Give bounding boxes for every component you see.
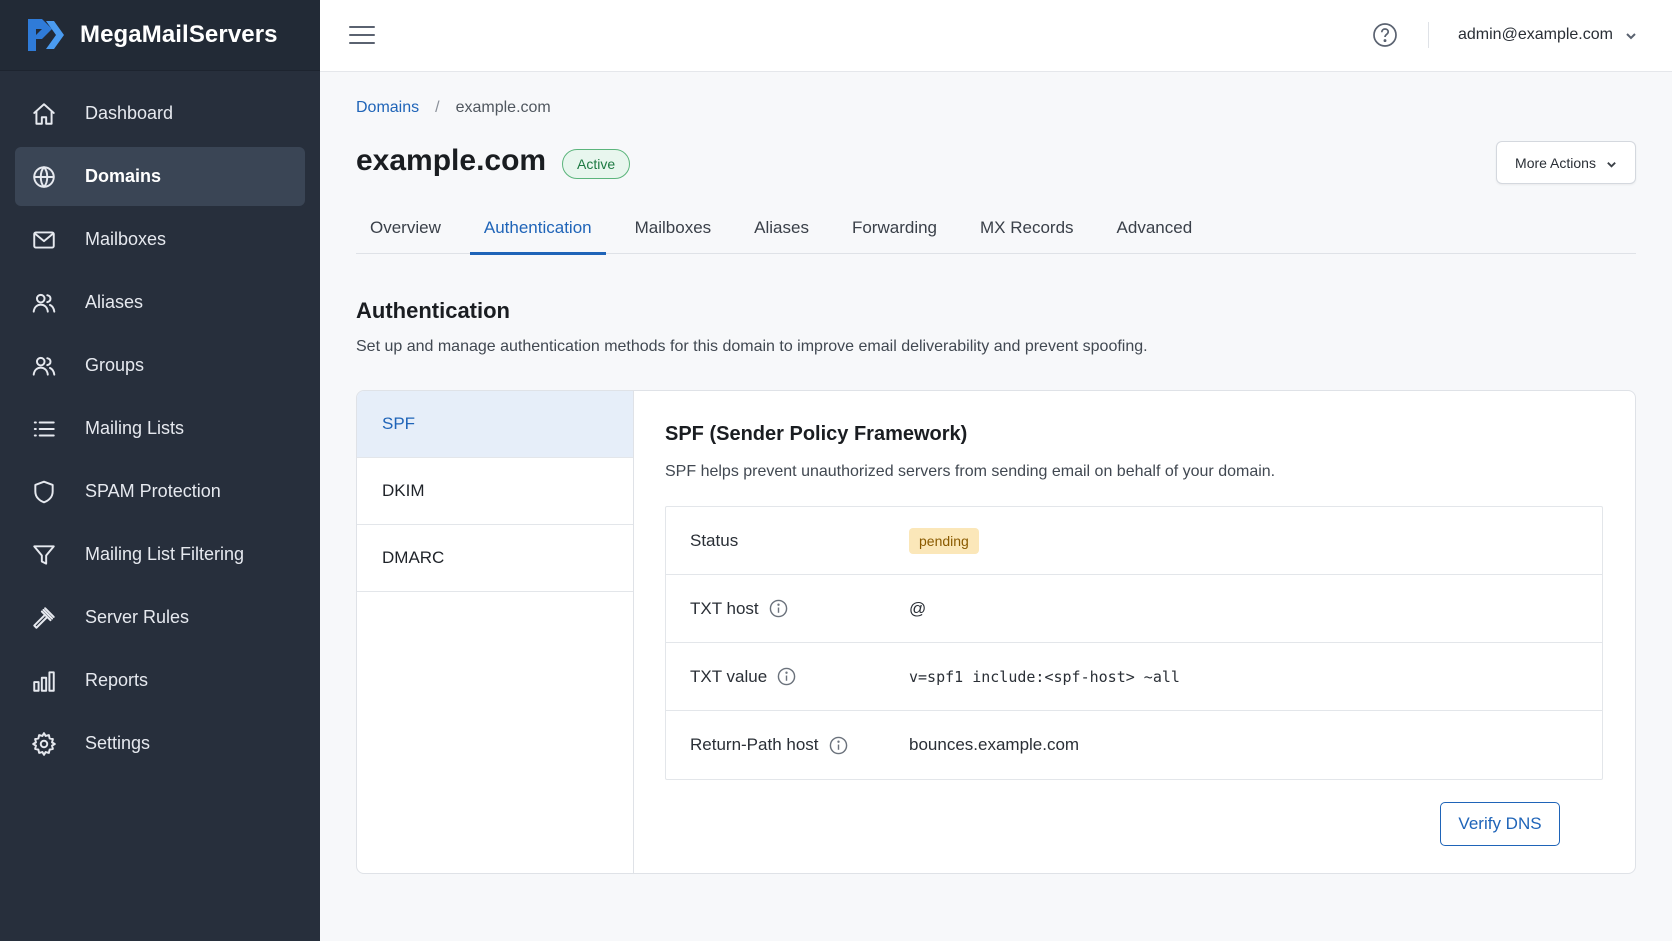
prop-row-return-path: Return-Path host bounces.example.com <box>666 711 1602 779</box>
tab-advanced[interactable]: Advanced <box>1103 202 1207 254</box>
main-content: Domains / example.com example.com Active… <box>320 72 1672 941</box>
sidebar-item-label: Server Rules <box>85 607 190 627</box>
tab-aliases[interactable]: Aliases <box>740 202 823 254</box>
sidebar-item-domains[interactable]: Domains <box>15 147 305 206</box>
prop-value: bounces.example.com <box>909 735 1080 754</box>
prop-row-status: Status pending <box>666 507 1602 575</box>
brand-name: MegaMailServers <box>80 21 278 48</box>
sidebar-item-label: Mailing Lists <box>85 418 185 438</box>
sidebar-item-mailboxes[interactable]: Mailboxes <box>15 210 305 269</box>
shield-icon <box>31 479 57 505</box>
chevron-down-icon <box>1606 157 1617 168</box>
sidebar-item-aliases[interactable]: Aliases <box>15 273 305 332</box>
method-dkim[interactable]: DKIM <box>357 458 633 525</box>
page-title: example.com <box>356 144 547 177</box>
user-email: admin@example.com <box>1458 26 1613 43</box>
topbar-divider <box>1428 22 1429 48</box>
more-actions-label: More Actions <box>1515 154 1596 171</box>
spf-properties-table: Status pending TXT host @ TXT value v=sp <box>665 506 1603 780</box>
sidebar-item-mailing-list-filtering[interactable]: Mailing List Filtering <box>15 525 305 584</box>
info-icon[interactable] <box>769 599 788 618</box>
prop-label: Return-Path host <box>690 735 848 755</box>
sidebar-item-label: Aliases <box>85 292 144 312</box>
authentication-card: SPF DKIM DMARC SPF (Sender Policy Framew… <box>356 390 1636 874</box>
sidebar-item-label: Domains <box>85 166 162 186</box>
prop-label-text: Status <box>690 530 739 550</box>
tab-authentication[interactable]: Authentication <box>469 202 606 255</box>
sidebar-nav: Dashboard Domains Mailboxes Aliases Grou… <box>0 84 320 773</box>
breadcrumb: Domains / example.com <box>356 99 551 117</box>
sidebar-item-label: SPAM Protection <box>85 481 221 501</box>
tab-overview[interactable]: Overview <box>356 202 455 254</box>
prop-row-txt-host: TXT host @ <box>666 575 1602 643</box>
prop-label-text: Return-Path host <box>690 735 819 754</box>
method-spf[interactable]: SPF <box>357 391 633 458</box>
tab-mailboxes[interactable]: Mailboxes <box>621 202 726 254</box>
prop-row-txt-value: TXT value v=spf1 include:<spf-host> ~all <box>666 643 1602 711</box>
breadcrumb-current: example.com <box>455 99 551 116</box>
tab-bar: Overview Authentication Mailboxes Aliase… <box>356 202 1636 255</box>
status-pending-badge: pending <box>909 527 979 554</box>
info-icon[interactable] <box>829 736 848 755</box>
sidebar-item-label: Reports <box>85 670 149 690</box>
sidebar-item-mailing-lists[interactable]: Mailing Lists <box>15 399 305 458</box>
sidebar-item-groups[interactable]: Groups <box>15 336 305 395</box>
section-description: Set up and manage authentication methods… <box>356 338 1148 355</box>
home-icon <box>31 101 57 127</box>
filter-icon <box>31 542 57 568</box>
prop-label-text: TXT host <box>690 598 759 618</box>
sidebar-item-server-rules[interactable]: Server Rules <box>15 588 305 647</box>
sidebar-item-spam-protection[interactable]: SPAM Protection <box>15 462 305 521</box>
users-icon <box>31 290 57 316</box>
sidebar-item-settings[interactable]: Settings <box>15 714 305 773</box>
hamburger-icon[interactable] <box>348 22 376 48</box>
sidebar-item-reports[interactable]: Reports <box>15 651 305 710</box>
verify-dns-button[interactable]: Verify DNS <box>1440 802 1560 846</box>
detail-title: SPF (Sender Policy Framework) <box>665 423 968 445</box>
gavel-icon <box>31 605 57 631</box>
brand-logo-icon <box>28 19 64 51</box>
sidebar-item-label: Groups <box>85 355 145 375</box>
sidebar-item-label: Settings <box>85 733 151 753</box>
bar-chart-icon <box>31 668 57 694</box>
sidebar-item-label: Dashboard <box>85 103 174 123</box>
sidebar-item-dashboard[interactable]: Dashboard <box>15 84 305 143</box>
detail-description: SPF helps prevent unauthorized servers f… <box>665 463 1276 480</box>
globe-icon <box>31 164 57 190</box>
gear-icon <box>31 731 57 757</box>
group-icon <box>31 353 57 379</box>
spf-detail-panel: SPF (Sender Policy Framework) SPF helps … <box>634 391 1635 873</box>
more-actions-button[interactable]: More Actions <box>1496 141 1636 184</box>
prop-label: TXT value <box>690 667 796 687</box>
prop-label: TXT host <box>690 599 788 619</box>
status-badge: Active <box>562 149 631 179</box>
prop-label-text: TXT value <box>690 666 768 686</box>
topbar: admin@example.com <box>320 0 1672 72</box>
sidebar-item-label: Mailing List Filtering <box>85 544 245 564</box>
prop-value: @ <box>909 598 927 618</box>
tab-forwarding[interactable]: Forwarding <box>838 202 951 254</box>
prop-value: v=spf1 include:<spf-host> ~all <box>909 667 1180 686</box>
section-title: Authentication <box>356 298 510 323</box>
sidebar: MegaMailServers Dashboard Domains Mailbo… <box>0 0 320 941</box>
tab-mx-records[interactable]: MX Records <box>966 202 1088 254</box>
breadcrumb-domains-link[interactable]: Domains <box>356 99 419 117</box>
method-dmarc[interactable]: DMARC <box>357 525 633 592</box>
user-menu[interactable]: admin@example.com <box>1458 22 1637 48</box>
chevron-down-icon <box>1625 29 1637 41</box>
mail-icon <box>31 227 57 253</box>
brand[interactable]: MegaMailServers <box>0 0 320 71</box>
help-icon[interactable] <box>1372 22 1398 48</box>
auth-method-list: SPF DKIM DMARC <box>357 391 634 873</box>
sidebar-item-label: Mailboxes <box>85 229 167 249</box>
info-icon[interactable] <box>777 667 796 686</box>
list-icon <box>31 416 57 442</box>
prop-label: Status <box>690 531 738 551</box>
breadcrumb-separator: / <box>435 99 440 116</box>
